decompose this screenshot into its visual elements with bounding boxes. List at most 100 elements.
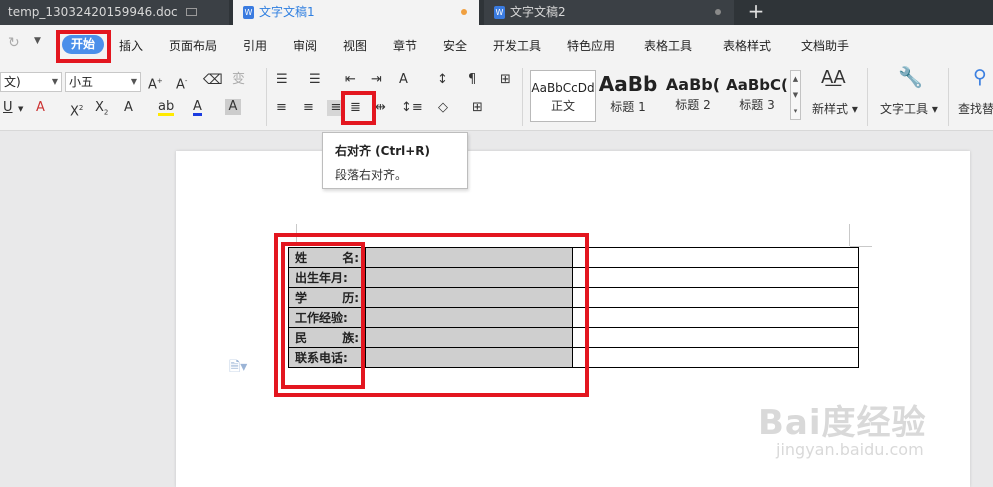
- menu-table-tools[interactable]: 表格工具: [644, 37, 692, 54]
- chevron-down-icon[interactable]: ▼: [34, 36, 41, 46]
- menu-doc-assistant[interactable]: 文档助手: [801, 37, 849, 54]
- style-name: 正文: [550, 99, 575, 113]
- wrench-icon[interactable]: 🔧: [898, 67, 923, 87]
- menu-references[interactable]: 引用: [243, 37, 267, 54]
- menu-review[interactable]: 审阅: [293, 37, 317, 54]
- divider: [948, 68, 949, 126]
- tab-document-1[interactable]: W 文字文稿1: [233, 0, 479, 25]
- table-cell[interactable]: [572, 307, 859, 328]
- line-spacing-icon[interactable]: ↕≡: [401, 100, 423, 116]
- menu-table-style[interactable]: 表格样式: [723, 37, 771, 54]
- sort-icon[interactable]: ↕: [437, 72, 448, 88]
- text-tools-button[interactable]: 文字工具 ▾: [880, 101, 938, 117]
- table-cell[interactable]: [572, 287, 859, 308]
- tab-document-2[interactable]: W 文字文稿2: [484, 0, 734, 25]
- style-sample: AaBbC(: [726, 76, 788, 94]
- tab-temp-doc[interactable]: temp_13032420159946.doc: [0, 0, 229, 25]
- monitor-icon: [186, 8, 197, 16]
- unsaved-dot-icon: [715, 9, 721, 15]
- table-handle-icon[interactable]: 🗎▾: [229, 356, 247, 380]
- tooltip-description: 段落右对齐。: [335, 168, 408, 182]
- style-sample: AaBb: [598, 72, 658, 96]
- ribbon-toolbar: 文) ▼ 小五 ▼ A+ A- ⌫ 变 U ▼ A X2 X2 A ab A A ☰…: [0, 63, 993, 131]
- redo-icon[interactable]: ↻: [8, 35, 20, 51]
- increase-font-icon[interactable]: A+: [148, 73, 163, 93]
- style-sample: AaBb(: [665, 75, 721, 94]
- border-icon[interactable]: ⊞: [472, 100, 483, 116]
- eraser-icon[interactable]: ⌫: [203, 72, 223, 88]
- superscript-icon[interactable]: X2: [70, 100, 83, 120]
- numbered-list-icon[interactable]: ☰: [309, 72, 321, 88]
- text-outline-icon[interactable]: A: [124, 100, 133, 116]
- tab-bar: temp_13032420159946.doc W 文字文稿1 W 文字文稿2 +: [0, 0, 993, 25]
- chinese-layout-icon[interactable]: A: [399, 72, 408, 88]
- text-effect-icon[interactable]: A: [36, 100, 45, 116]
- new-style-label: 新样式: [812, 102, 849, 116]
- margin-mark: [849, 224, 850, 246]
- increase-indent-icon[interactable]: ⇥: [371, 72, 382, 88]
- character-shading-icon[interactable]: A: [225, 99, 241, 115]
- tab-label: 文字文稿1: [259, 5, 315, 19]
- menu-page-layout[interactable]: 页面布局: [169, 37, 217, 54]
- baidu-watermark: Bai度经验: [758, 403, 927, 443]
- search-icon[interactable]: ⚲: [973, 68, 987, 87]
- style-heading-2[interactable]: AaBb( 标题 2: [662, 70, 724, 120]
- divider: [266, 68, 267, 126]
- font-name-value: 文): [4, 75, 21, 89]
- new-style-button[interactable]: 新样式 ▾: [812, 101, 858, 117]
- find-replace-button[interactable]: 查找替: [958, 101, 993, 117]
- menu-developer-tools[interactable]: 开发工具: [493, 37, 541, 54]
- divider: [867, 68, 868, 126]
- style-heading-1[interactable]: AaBb 标题 1: [597, 70, 659, 120]
- align-center-icon[interactable]: ≡: [303, 100, 314, 116]
- style-sample: AaBbCcDd: [531, 81, 595, 95]
- chevron-down-icon[interactable]: ▼: [18, 101, 23, 117]
- highlight-icon[interactable]: ab: [158, 100, 175, 116]
- table-cell[interactable]: [572, 327, 859, 348]
- decrease-indent-icon[interactable]: ⇤: [345, 72, 356, 88]
- font-size-value: 小五: [69, 75, 94, 89]
- tooltip: 右对齐 (Ctrl+R) 段落右对齐。: [322, 132, 468, 189]
- distribute-icon[interactable]: ⇹: [375, 100, 386, 116]
- chevron-down-icon: ▼: [130, 77, 137, 86]
- tab-label: 文字文稿2: [510, 5, 566, 19]
- show-marks-icon[interactable]: ¶: [468, 72, 476, 88]
- font-color-icon[interactable]: A: [193, 100, 202, 116]
- baidu-watermark-url: jingyan.baidu.com: [776, 440, 924, 459]
- table-cell[interactable]: [572, 347, 859, 368]
- menu-section[interactable]: 章节: [393, 37, 417, 54]
- style-name: 标题 3: [739, 98, 775, 112]
- new-style-icon[interactable]: A͟A: [821, 69, 846, 87]
- menu-special-apps[interactable]: 特色应用: [567, 37, 615, 54]
- style-heading-3[interactable]: AaBbC( 标题 3: [726, 70, 788, 120]
- style-name: 标题 1: [610, 100, 646, 114]
- style-normal[interactable]: AaBbCcDd 正文: [530, 70, 596, 122]
- text-tools-label: 文字工具: [880, 102, 929, 116]
- table-icon[interactable]: ⊞: [500, 72, 511, 88]
- shading-icon[interactable]: ◇: [438, 100, 448, 116]
- new-tab-button[interactable]: +: [744, 0, 768, 25]
- highlight-box-start: [56, 30, 111, 63]
- tooltip-title: 右对齐 (Ctrl+R): [335, 144, 431, 158]
- font-name-combo[interactable]: 文) ▼: [0, 72, 62, 92]
- menu-view[interactable]: 视图: [343, 37, 367, 54]
- menu-security[interactable]: 安全: [443, 37, 467, 54]
- phonetic-guide-icon[interactable]: 变: [232, 72, 245, 88]
- highlight-box-align-right: [341, 91, 376, 125]
- table-cell[interactable]: [572, 267, 859, 288]
- underline-icon[interactable]: U: [3, 100, 13, 116]
- divider: [522, 68, 523, 126]
- align-left-icon[interactable]: ≡: [276, 100, 287, 116]
- decrease-font-icon[interactable]: A-: [176, 73, 187, 93]
- document-icon: W: [494, 6, 505, 19]
- tab-label: temp_13032420159946.doc: [8, 5, 178, 19]
- table-cell[interactable]: [572, 247, 859, 268]
- highlight-box-labels: [281, 242, 365, 389]
- font-size-combo[interactable]: 小五 ▼: [65, 72, 141, 92]
- menu-bar: ↻ ▼ 开始 插入 页面布局 引用 审阅 视图 章节 安全 开发工具 特色应用 …: [0, 25, 993, 63]
- bullet-list-icon[interactable]: ☰: [276, 72, 288, 88]
- chevron-down-icon: ▼: [51, 77, 58, 86]
- menu-insert[interactable]: 插入: [119, 37, 143, 54]
- subscript-icon[interactable]: X2: [95, 100, 108, 121]
- style-gallery-scroll[interactable]: ▲ ▼ ▾: [790, 70, 801, 120]
